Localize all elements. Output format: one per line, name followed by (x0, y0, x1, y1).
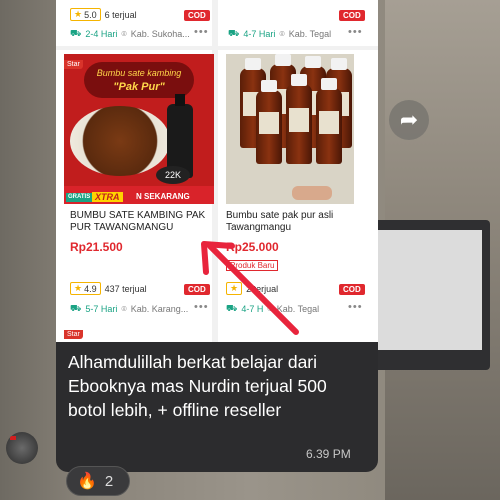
sender-avatar[interactable] (6, 432, 38, 464)
reaction-pill[interactable]: 🔥 2 (66, 466, 130, 496)
message-text: Alhamdulillah berkat belajar dari Ebookn… (68, 352, 327, 420)
reaction-count: 2 (104, 472, 114, 490)
message-time: 6.39 PM (306, 447, 351, 461)
fire-icon: 🔥 (77, 473, 97, 490)
